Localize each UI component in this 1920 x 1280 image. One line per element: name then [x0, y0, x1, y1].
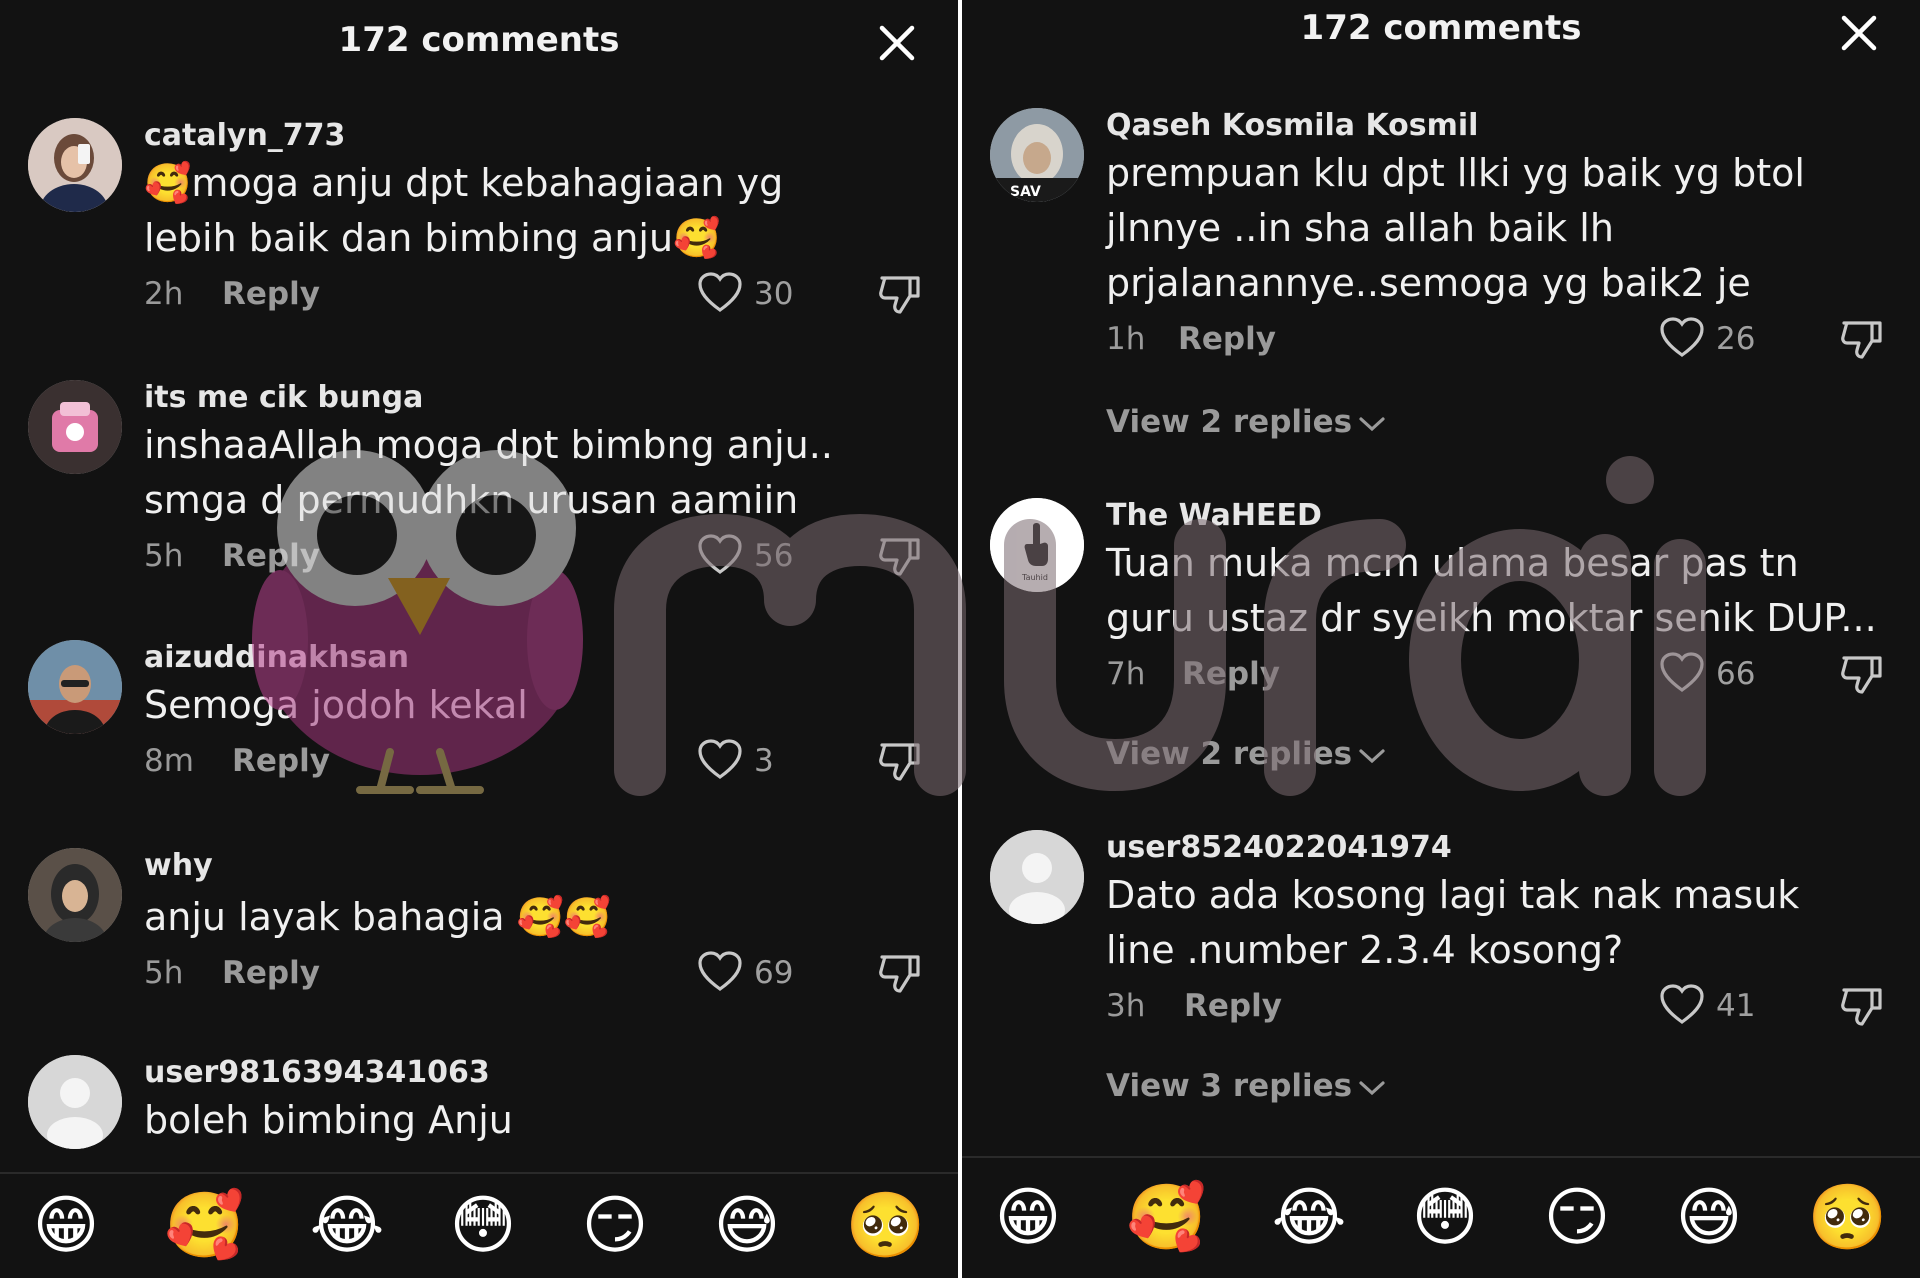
view-replies-label: View 2 replies — [1106, 736, 1353, 772]
comment-text: anju layak bahagia 🥰🥰 — [144, 895, 612, 939]
thumbs-down-icon[interactable] — [876, 270, 922, 316]
comment-text: 🥰moga anju dpt kebahagiaan yg lebih baik… — [144, 161, 784, 260]
comment-text: Dato ada kosong lagi tak nak masuk line … — [1106, 873, 1800, 972]
comment-username[interactable]: catalyn_773 — [144, 118, 934, 154]
comment-text: boleh bimbing Anju — [144, 1098, 513, 1142]
comment-time: 2h — [144, 276, 184, 312]
heart-outline-icon[interactable] — [696, 949, 744, 993]
thumbs-down-icon[interactable] — [876, 737, 922, 783]
thumbs-down-icon[interactable] — [876, 532, 922, 578]
comments-count-title: 172 comments — [338, 20, 620, 60]
avatar[interactable] — [28, 1055, 122, 1149]
reply-button[interactable]: Reply — [232, 743, 330, 779]
thumbs-down-icon[interactable] — [1838, 982, 1884, 1028]
comment-username[interactable]: The WaHEED — [1106, 498, 1896, 534]
reply-button[interactable]: Reply — [1178, 321, 1276, 357]
avatar[interactable] — [28, 380, 122, 474]
comment-text: Tuan muka mcm ulama besar pas tn guru us… — [1106, 541, 1877, 640]
comment-text: inshaaAllah moga dpt bimbng anju.. smga … — [144, 423, 833, 522]
view-replies-button[interactable]: View 2 replies — [1106, 736, 1386, 772]
avatar[interactable] — [28, 848, 122, 942]
like-count: 69 — [754, 955, 794, 991]
emoji-pleading[interactable]: 🥺 — [846, 1194, 926, 1258]
heart-outline-icon[interactable] — [696, 532, 744, 576]
comment-time: 5h — [144, 538, 184, 574]
heart-outline-icon[interactable] — [696, 737, 744, 781]
comment-time: 8m — [144, 743, 194, 779]
comment-text: prempuan klu dpt llki yg baik yg btol jl… — [1106, 151, 1805, 305]
reply-button[interactable]: Reply — [222, 955, 320, 991]
emoji-tears-of-joy[interactable]: 😂 — [310, 1194, 385, 1258]
emoji-flushed[interactable]: 😳 — [1412, 1186, 1479, 1250]
comment-username[interactable]: its me cik bunga — [144, 380, 934, 416]
heart-outline-icon[interactable] — [1658, 982, 1706, 1026]
like-count: 26 — [1716, 321, 1756, 357]
chevron-down-icon — [1359, 416, 1385, 431]
quick-emoji-bar: 😁 🥰 😂 😳 😏 😅 🥺 — [962, 1156, 1920, 1278]
heart-outline-icon[interactable] — [1658, 315, 1706, 359]
comments-header: 172 comments — [0, 0, 958, 90]
avatar[interactable] — [28, 640, 122, 734]
comment-time: 5h — [144, 955, 184, 991]
comment-username[interactable]: why — [144, 848, 934, 884]
heart-outline-icon[interactable] — [1658, 650, 1706, 694]
view-replies-button[interactable]: View 3 replies — [1106, 1068, 1386, 1104]
like-count: 3 — [754, 743, 774, 779]
like-count: 30 — [754, 276, 794, 312]
emoji-smirk[interactable]: 😏 — [582, 1194, 649, 1258]
avatar[interactable]: SAV — [990, 108, 1084, 202]
chevron-down-icon — [1359, 1080, 1385, 1095]
emoji-smirk[interactable]: 😏 — [1544, 1186, 1611, 1250]
comment-username[interactable]: aizuddinakhsan — [144, 640, 934, 676]
reply-button[interactable]: Reply — [1182, 656, 1280, 692]
thumbs-down-icon[interactable] — [1838, 315, 1884, 361]
reply-button[interactable]: Reply — [1184, 988, 1282, 1024]
comment-time: 3h — [1106, 988, 1146, 1024]
reply-button[interactable]: Reply — [222, 538, 320, 574]
comment-username[interactable]: Qaseh Kosmila Kosmil — [1106, 108, 1896, 144]
emoji-hearts-face[interactable]: 🥰 — [1127, 1186, 1207, 1250]
close-icon[interactable] — [1836, 10, 1882, 56]
emoji-tears-of-joy[interactable]: 😂 — [1272, 1186, 1347, 1250]
like-count: 56 — [754, 538, 794, 574]
like-count: 66 — [1716, 656, 1756, 692]
view-replies-button[interactable]: View 2 replies — [1106, 404, 1386, 440]
close-icon[interactable] — [874, 20, 920, 66]
chevron-down-icon — [1359, 748, 1385, 763]
emoji-flushed[interactable]: 😳 — [450, 1194, 517, 1258]
comment-time: 7h — [1106, 656, 1146, 692]
avatar[interactable]: Tauhid — [990, 498, 1084, 592]
emoji-grin[interactable]: 😁 — [995, 1186, 1062, 1250]
thumbs-down-icon[interactable] — [1838, 650, 1884, 696]
reply-button[interactable]: Reply — [222, 276, 320, 312]
emoji-grin[interactable]: 😁 — [33, 1194, 100, 1258]
quick-emoji-bar: 😁 🥰 😂 😳 😏 😅 🥺 — [0, 1172, 958, 1278]
comment-time: 1h — [1106, 321, 1146, 357]
emoji-sweat-smile[interactable]: 😅 — [1676, 1186, 1743, 1250]
emoji-hearts-face[interactable]: 🥰 — [165, 1194, 245, 1258]
emoji-pleading[interactable]: 🥺 — [1808, 1186, 1888, 1250]
avatar-badge-text: SAV — [1010, 184, 1041, 200]
view-replies-label: View 3 replies — [1106, 1068, 1353, 1104]
comments-header: 172 comments — [962, 0, 1920, 90]
comments-panel-left: 172 comments catalyn_773 🥰moga anju dpt … — [0, 0, 958, 1278]
avatar[interactable] — [990, 830, 1084, 924]
avatar-badge-text: Tauhid — [1021, 573, 1048, 582]
like-count: 41 — [1716, 988, 1756, 1024]
heart-outline-icon[interactable] — [696, 270, 744, 314]
emoji-sweat-smile[interactable]: 😅 — [714, 1194, 781, 1258]
view-replies-label: View 2 replies — [1106, 404, 1353, 440]
comments-count-title: 172 comments — [1300, 8, 1582, 48]
comments-panel-right: 172 comments SAV Qaseh Kosmila Kosmil pr… — [962, 0, 1920, 1278]
avatar[interactable] — [28, 118, 122, 212]
comment-text: Semoga jodoh kekal — [144, 683, 528, 727]
comment-username[interactable]: user9816394341063 — [144, 1055, 934, 1091]
comment-username[interactable]: user8524022041974 — [1106, 830, 1896, 866]
thumbs-down-icon[interactable] — [876, 949, 922, 995]
